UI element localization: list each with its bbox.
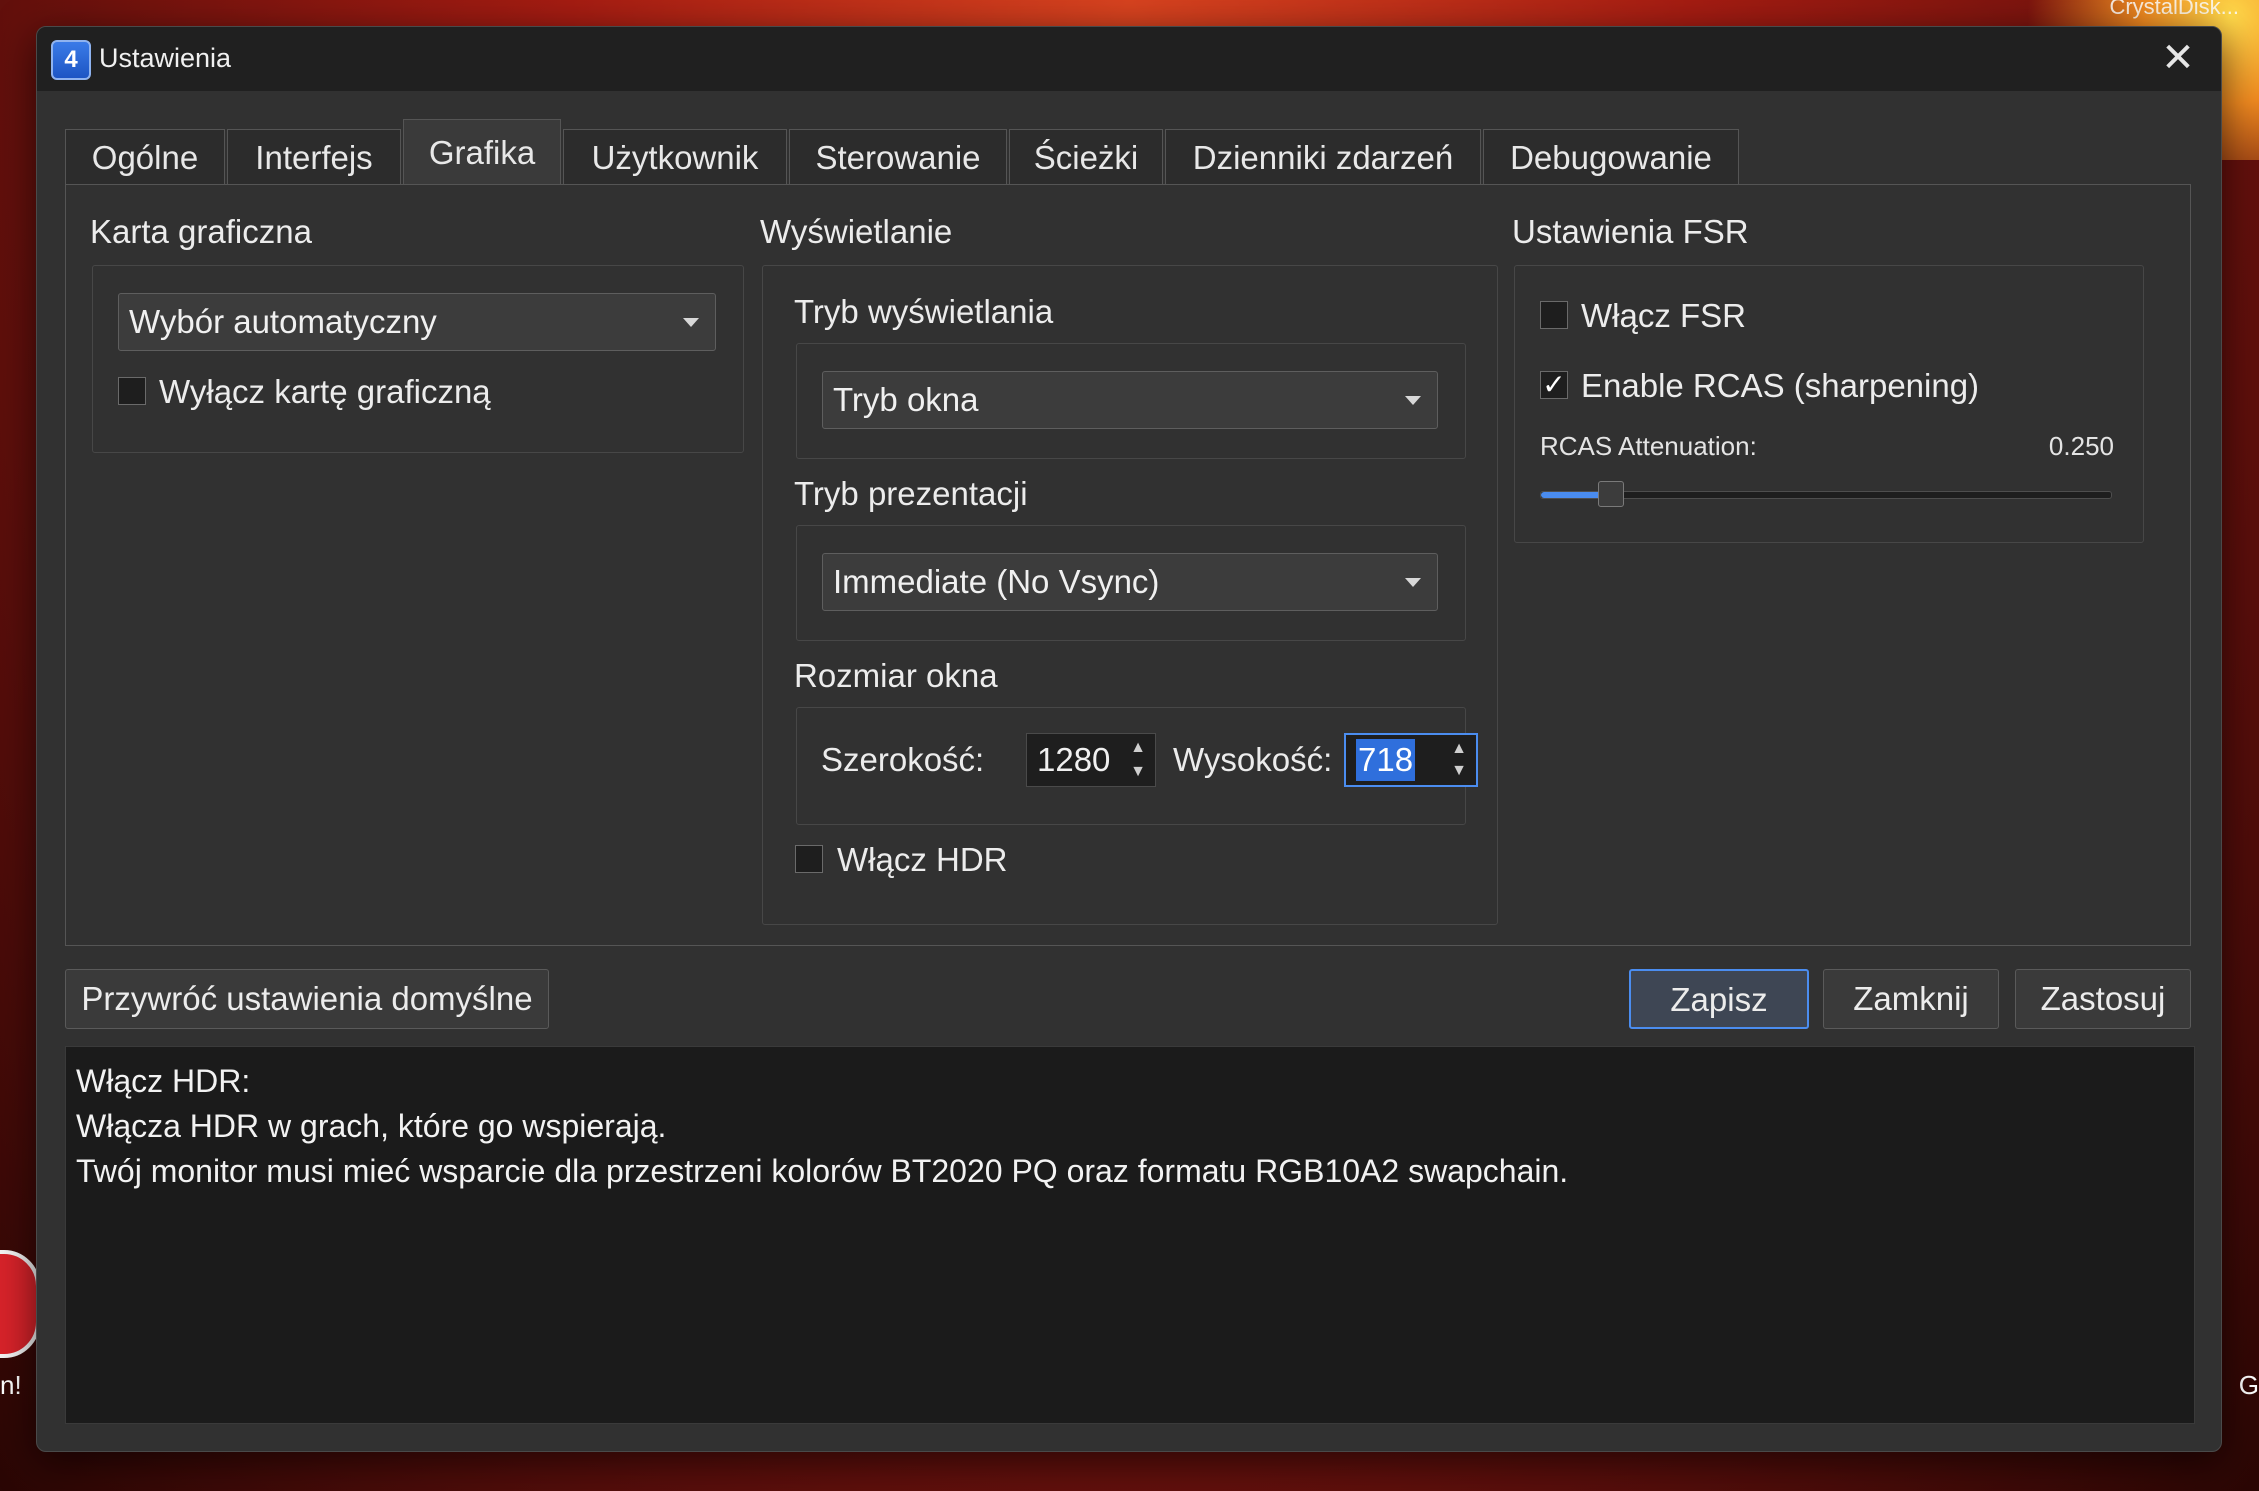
disable-gpu-label[interactable]: Wyłącz kartę graficzną [159, 373, 491, 411]
save-button[interactable]: Zapisz [1629, 969, 1809, 1029]
tab-debugowanie[interactable]: Debugowanie [1483, 129, 1739, 185]
window-size-label: Rozmiar okna [794, 657, 998, 694]
desktop-app-icon[interactable] [0, 1250, 40, 1358]
settings-window: 4 Ustawienia ✕ Ogólne Interfejs Grafika … [36, 26, 2222, 1452]
spin-down-icon[interactable]: ▼ [1448, 760, 1470, 782]
desktop-icon-label[interactable]: G [2239, 1370, 2259, 1401]
spin-up-icon[interactable]: ▲ [1448, 738, 1470, 760]
tab-sciezki[interactable]: Ścieżki [1009, 129, 1163, 185]
display-mode-label: Tryb wyświetlania [794, 293, 1054, 330]
gpu-device-value: Wybór automatyczny [129, 303, 437, 340]
fsr-group-title: Ustawienia FSR [1512, 213, 1749, 250]
tab-grafika[interactable]: Grafika [403, 119, 561, 186]
height-label: Wysokość: [1173, 741, 1333, 778]
display-mode-combo[interactable]: Tryb okna [822, 371, 1438, 429]
width-label: Szerokość: [821, 741, 985, 778]
restore-defaults-button[interactable]: Przywróć ustawienia domyślne [65, 969, 549, 1029]
rcas-attenuation-value: 0.250 [2048, 431, 2114, 461]
present-mode-label: Tryb prezentacji [794, 475, 1028, 512]
rcas-checkbox[interactable]: ✓ [1540, 371, 1568, 399]
spin-up-icon[interactable]: ▲ [1127, 737, 1149, 759]
hdr-checkbox[interactable] [795, 845, 823, 873]
app-logo-icon: 4 [51, 40, 91, 80]
fsr-enable-checkbox[interactable] [1540, 301, 1568, 329]
rcas-attenuation-fill [1541, 492, 1602, 498]
fsr-enable-label[interactable]: Włącz FSR [1581, 297, 1746, 335]
description-line: Twój monitor musi mieć wsparcie dla prze… [76, 1153, 1569, 1189]
width-spinbox[interactable]: 1280 ▲ ▼ [1026, 733, 1156, 787]
window-title: Ustawienia [99, 43, 232, 73]
spin-down-icon[interactable]: ▼ [1127, 761, 1149, 783]
width-value: 1280 [1037, 741, 1111, 778]
height-spinbox[interactable]: 718 ▲ ▼ [1344, 733, 1478, 787]
rcas-attenuation-label: RCAS Attenuation: [1540, 431, 1757, 461]
tab-uzytkownik[interactable]: Użytkownik [563, 129, 787, 185]
desktop-icon-label[interactable]: CrystalDisk... [2109, 0, 2239, 20]
gpu-device-combo[interactable]: Wybór automatyczny [118, 293, 716, 351]
description-panel: Włącz HDR: Włącza HDR w grach, które go … [65, 1046, 2195, 1424]
rcas-attenuation-track[interactable] [1540, 491, 2112, 499]
tab-ogolne[interactable]: Ogólne [65, 129, 225, 185]
rcas-label[interactable]: Enable RCAS (sharpening) [1581, 367, 1979, 405]
display-group-title: Wyświetlanie [760, 213, 953, 250]
height-value: 718 [1356, 739, 1416, 781]
graphics-tab-panel: Karta graficzna Wybór automatyczny Wyłąc… [65, 184, 2191, 946]
present-mode-combo[interactable]: Immediate (No Vsync) [822, 553, 1438, 611]
rcas-attenuation-slider-handle[interactable] [1598, 481, 1624, 507]
description-line: Włącza HDR w grach, które go wspierają. [76, 1108, 667, 1144]
hdr-label[interactable]: Włącz HDR [837, 841, 1008, 879]
tab-sterowanie[interactable]: Sterowanie [789, 129, 1007, 185]
close-button[interactable]: Zamknij [1823, 969, 1999, 1029]
description-title: Włącz HDR: [76, 1063, 251, 1099]
desktop-icon-label[interactable]: n! [0, 1370, 22, 1401]
chevron-down-icon [683, 318, 699, 327]
present-mode-value: Immediate (No Vsync) [833, 563, 1160, 600]
chevron-down-icon [1405, 396, 1421, 405]
close-icon[interactable]: ✕ [2153, 33, 2203, 83]
gpu-group-title: Karta graficzna [90, 213, 312, 250]
chevron-down-icon [1405, 578, 1421, 587]
tab-dzienniki[interactable]: Dzienniki zdarzeń [1165, 129, 1481, 185]
tab-interfejs[interactable]: Interfejs [227, 129, 401, 185]
display-mode-value: Tryb okna [833, 381, 979, 418]
title-bar[interactable]: 4 Ustawienia ✕ [37, 27, 2221, 91]
apply-button[interactable]: Zastosuj [2015, 969, 2191, 1029]
disable-gpu-checkbox[interactable] [118, 377, 146, 405]
